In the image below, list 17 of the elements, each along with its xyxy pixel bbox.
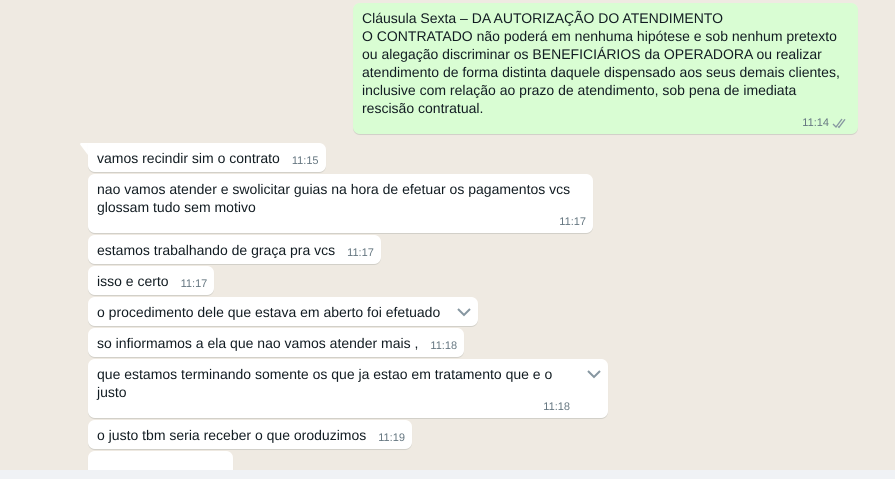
message-text: vamos recindir sim o contrato [97, 149, 280, 167]
message-text: nao vamos atender e swolicitar guias na hora de efetuar os pagamentos vcs glossam tudo sem motivo [97, 180, 572, 216]
message-time: 11:18 [430, 340, 458, 352]
message-time: 11:17 [347, 247, 374, 259]
message-time: 11:14 [802, 117, 829, 129]
message-time: 11:19 [378, 432, 405, 444]
message-time: 11:15 [292, 155, 319, 167]
message-text: o justo tbm seria receber o que oroduzimos [97, 426, 366, 444]
message-text: estamos trabalhando de graça pra vcs [97, 241, 336, 259]
message-text: que estamos terminando somente os que ja estao em tratamento que e o justo [97, 365, 554, 401]
message-time: 11:17 [180, 278, 208, 290]
message-text: o procedimento dele que estava em aberto foi efetuado [97, 303, 440, 321]
message-time: 11:18 [543, 401, 570, 413]
message-time: 11:17 [559, 216, 586, 228]
message-text: Cláusula Sexta – DA AUTORIZAÇÃO DO ATENDIMENTO O CONTRATADO não poderá em nenhuma hipótese e sob nenhum pretexto ou alegação discriminar os BENEFICIÁRIOS da OPERADORA ou realizar atendimento de forma distinta daquele dispensado aos seus demais clientes, inclusive com relação ao prazo de atendimento, sob pena de imediata rescisão contratual. [362, 9, 840, 117]
message-text: isso e certo [97, 272, 169, 290]
message-text: so infiormamos a ela que nao vamos atender mais , [97, 334, 418, 352]
